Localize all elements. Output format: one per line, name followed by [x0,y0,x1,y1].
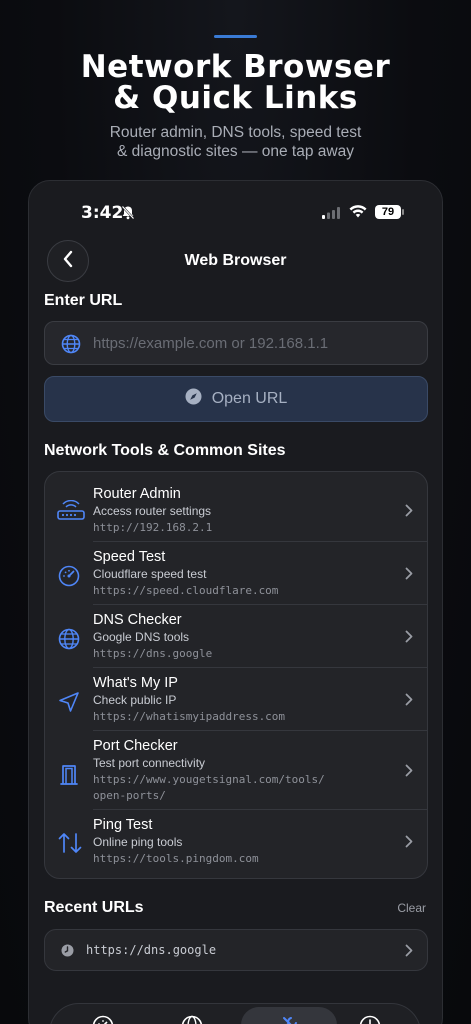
list-item-speed-test[interactable]: Speed Test Cloudflare speed test https:/… [45,549,427,605]
tools-section-label: Network Tools & Common Sites [44,442,286,459]
chevron-right-icon [405,693,413,711]
list-item-whats-my-ip[interactable]: What's My IP Check public IP https://wha… [45,675,427,731]
chevron-right-icon [405,504,413,522]
port-checker-text: Port Checker Test port connectivity http… [93,738,387,804]
hero-title: Network Browser & Quick Links [0,52,471,114]
tab-bar [49,1003,421,1024]
speedometer-icon [57,564,81,593]
globe-icon [57,627,81,656]
speed-test-text: Speed Test Cloudflare speed test https:/… [93,549,387,599]
tool-url: https://tools.pingdom.com [93,852,259,865]
tool-description: Access router settings [93,504,212,518]
whats-my-ip-text: What's My IP Check public IP https://wha… [93,675,387,725]
router-admin-text: Router Admin Access router settings http… [93,486,387,536]
status-time: 3:42 [81,203,124,223]
list-item-ping-test[interactable]: Ping Test Online ping tools https://tool… [45,817,427,873]
list-item-dns-checker[interactable]: DNS Checker Google DNS tools https://dns… [45,612,427,668]
open-url-label: Open URL [211,390,288,407]
url-field[interactable] [44,321,428,365]
hero-subtitle-line2: & diagnostic sites — one tap away [117,143,354,160]
chevron-right-icon [405,835,413,853]
clear-recent-button[interactable]: Clear [397,901,426,915]
clock-icon [61,944,74,962]
tab-speed[interactable] [83,1014,123,1024]
clock-icon [358,1014,382,1024]
chevron-right-icon [405,764,413,782]
chevron-right-icon [405,630,413,648]
tool-description: Google DNS tools [93,630,190,644]
divider [93,730,427,731]
dns-checker-text: DNS Checker Google DNS tools https://dns… [93,612,387,662]
location-arrow-icon [57,690,81,719]
recent-url-item[interactable]: https://dns.google [44,929,428,971]
ping-test-text: Ping Test Online ping tools https://tool… [93,817,387,867]
divider [93,604,427,605]
globe-icon [61,334,81,359]
tool-description: Online ping tools [93,835,183,849]
url-input[interactable] [93,322,413,364]
tool-name: DNS Checker [93,612,182,628]
tool-description: Check public IP [93,693,177,707]
status-bar: 3:42 79 [29,181,442,241]
tool-url: http://192.168.2.1 [93,521,213,534]
tab-history[interactable] [350,1014,390,1024]
battery-tip [402,209,404,215]
url-section-label: Enter URL [44,292,123,309]
hero-subtitle: Router admin, DNS tools, speed test & di… [0,123,471,161]
tab-network[interactable] [172,1014,212,1024]
tool-url: https://dns.google [93,647,213,660]
hero-accent-bar [214,35,257,38]
list-item-router-admin[interactable]: Router Admin Access router settings http… [45,486,427,542]
tool-url: https://whatismyipaddress.com [93,710,286,723]
recent-url-text: https://dns.google [86,943,217,957]
tool-url-line1: https://www.yougetsignal.com/tools/ [93,773,325,786]
speedometer-icon [91,1014,115,1024]
tab-tools[interactable] [241,1007,337,1024]
tool-name: What's My IP [93,675,178,691]
open-url-button[interactable]: Open URL [44,376,428,422]
tool-name: Ping Test [93,817,153,833]
hero-title-line1: Network Browser [80,49,391,85]
arrows-up-down-icon [57,831,83,860]
page-title: Web Browser [184,252,287,269]
divider [93,541,427,542]
wifi-icon [349,204,367,223]
router-icon [57,499,85,527]
tool-description: Test port connectivity [93,756,206,770]
phone-frame: 3:42 79 Web Browser Enter URL https://ex… [28,180,443,1024]
list-item-port-checker[interactable]: Port Checker Test port connectivity http… [45,738,427,810]
divider [93,809,427,810]
compass-icon [185,388,202,410]
tool-url: https://speed.cloudflare.com [93,584,279,597]
chevron-right-icon [405,567,413,585]
tool-name: Speed Test [93,549,166,565]
bell-muted-icon [121,205,135,225]
tool-description: Cloudflare speed test [93,567,207,581]
tool-name: Port Checker [93,738,178,754]
divider [93,667,427,668]
recent-section-label: Recent URLs [44,899,144,916]
tool-url-line2: open-ports/ [93,789,166,802]
tools-icon [276,1014,302,1024]
hero-title-line2: & Quick Links [113,80,358,116]
hero-subtitle-line1: Router admin, DNS tools, speed test [109,124,362,141]
door-icon [57,763,81,792]
globe-icon [180,1014,204,1024]
tools-list: Router Admin Access router settings http… [44,471,428,879]
tool-name: Router Admin [93,486,181,502]
chevron-right-icon [405,944,413,962]
cellular-signal-icon [322,206,342,224]
battery-indicator: 79 [375,205,401,219]
